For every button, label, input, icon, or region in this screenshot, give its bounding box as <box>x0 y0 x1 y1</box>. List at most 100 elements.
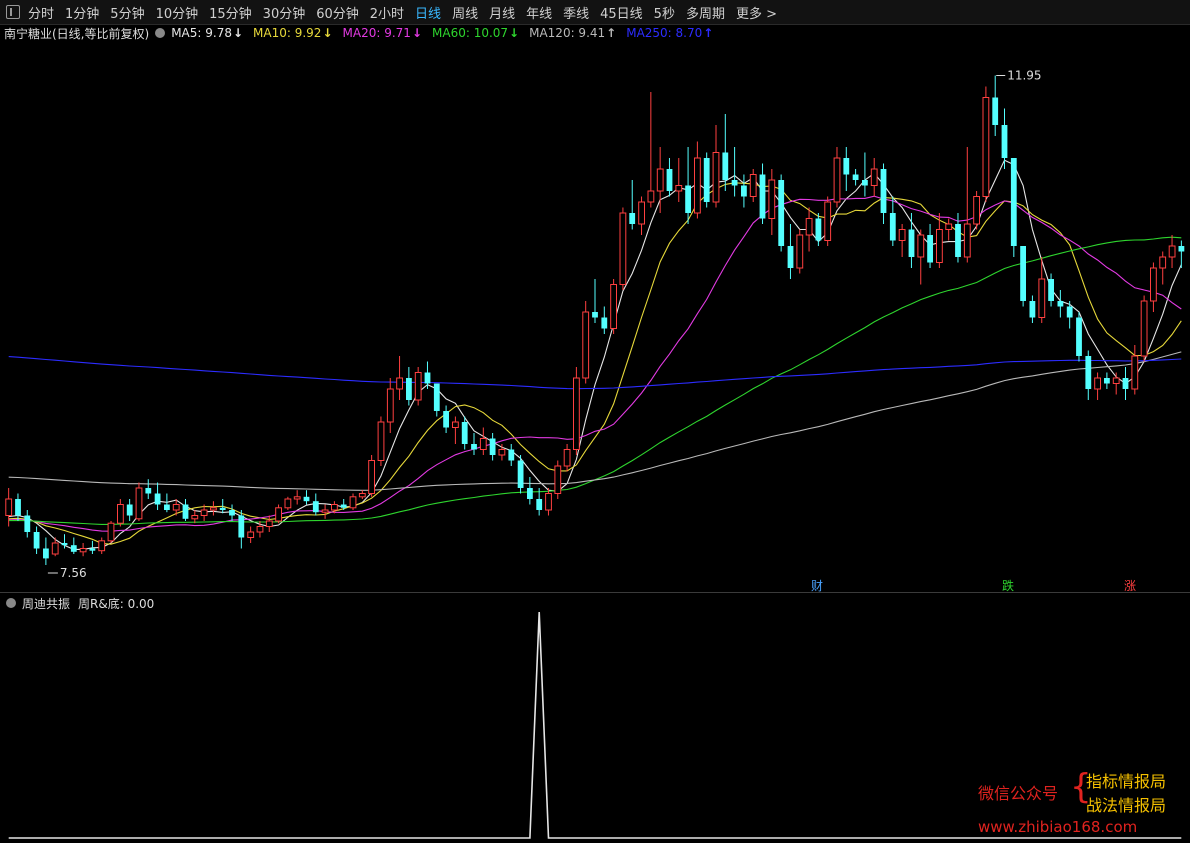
candle[interactable] <box>1150 262 1157 313</box>
candle[interactable] <box>870 158 878 197</box>
candle[interactable] <box>386 378 394 433</box>
candle[interactable] <box>945 218 953 241</box>
candle[interactable] <box>1048 273 1054 307</box>
candle[interactable] <box>303 490 310 505</box>
candle[interactable] <box>70 537 77 555</box>
candle[interactable] <box>554 460 562 500</box>
candle[interactable] <box>98 537 106 555</box>
event-marker-die[interactable]: 跌 <box>1002 577 1014 594</box>
candle[interactable] <box>741 174 747 208</box>
candle[interactable] <box>852 169 859 186</box>
candle[interactable] <box>238 510 245 549</box>
candle[interactable] <box>908 213 915 268</box>
candle[interactable] <box>247 526 255 544</box>
candle[interactable] <box>573 367 580 455</box>
candle[interactable] <box>117 499 124 527</box>
candle[interactable] <box>787 224 794 279</box>
candle[interactable] <box>592 279 598 323</box>
candle[interactable] <box>284 496 292 510</box>
subchart-settings-icon[interactable] <box>6 598 16 608</box>
candle[interactable] <box>973 191 981 230</box>
candle[interactable] <box>685 147 691 224</box>
candle[interactable] <box>517 455 524 494</box>
candle[interactable] <box>638 196 646 236</box>
candle[interactable] <box>545 488 552 516</box>
candle[interactable] <box>582 301 590 384</box>
candle[interactable] <box>182 499 189 521</box>
candle[interactable] <box>145 479 152 499</box>
candle[interactable] <box>647 92 655 208</box>
candle[interactable] <box>15 493 21 522</box>
candle[interactable] <box>154 482 161 511</box>
candle[interactable] <box>712 125 720 208</box>
candle[interactable] <box>479 427 487 456</box>
candle[interactable] <box>126 499 133 521</box>
candle[interactable] <box>917 229 925 285</box>
candle[interactable] <box>666 158 673 197</box>
candle[interactable] <box>992 75 999 137</box>
candle[interactable] <box>471 433 477 455</box>
candle[interactable] <box>759 163 766 225</box>
candle[interactable] <box>796 229 804 274</box>
candle[interactable] <box>1057 290 1064 318</box>
candle[interactable] <box>1029 295 1036 324</box>
candle[interactable] <box>321 504 329 519</box>
candle[interactable] <box>489 433 496 461</box>
candle[interactable] <box>349 493 357 511</box>
candle[interactable] <box>191 510 199 524</box>
candle[interactable] <box>1085 350 1092 401</box>
candle[interactable] <box>656 147 664 213</box>
candle[interactable] <box>1159 251 1167 285</box>
candle[interactable] <box>982 86 990 203</box>
candle[interactable] <box>461 416 468 450</box>
candle[interactable] <box>1140 295 1148 362</box>
candle[interactable] <box>1131 345 1139 395</box>
candle[interactable] <box>703 152 710 208</box>
candle[interactable] <box>527 477 533 505</box>
candle[interactable] <box>1122 367 1129 400</box>
event-marker-zhang[interactable]: 涨 <box>1124 577 1136 594</box>
candle[interactable] <box>749 169 757 202</box>
candle[interactable] <box>824 196 832 247</box>
candle[interactable] <box>443 405 449 434</box>
candle[interactable] <box>1076 312 1082 362</box>
candle[interactable] <box>1178 240 1185 269</box>
candle[interactable] <box>107 521 115 543</box>
candle[interactable] <box>563 444 571 472</box>
candle[interactable] <box>406 367 412 406</box>
candle[interactable] <box>414 367 422 406</box>
candle[interactable] <box>433 383 440 417</box>
candlestick-chart[interactable]: 11.95 7.56 <box>0 0 1190 843</box>
candle[interactable] <box>135 482 143 522</box>
candle[interactable] <box>229 504 235 522</box>
candle[interactable] <box>805 207 813 252</box>
candle[interactable] <box>694 141 701 219</box>
candle[interactable] <box>768 169 776 235</box>
candle[interactable] <box>629 180 636 230</box>
candle[interactable] <box>898 224 906 257</box>
candle[interactable] <box>778 174 785 252</box>
candle[interactable] <box>1112 372 1120 395</box>
candle[interactable] <box>1020 246 1026 307</box>
event-marker-cai[interactable]: 财 <box>811 577 823 594</box>
candle[interactable] <box>927 224 933 268</box>
candle[interactable] <box>368 455 376 497</box>
candle[interactable] <box>424 361 431 390</box>
candle[interactable] <box>79 543 87 557</box>
candle[interactable] <box>815 213 822 246</box>
candle[interactable] <box>1066 301 1073 329</box>
candle[interactable] <box>275 504 283 524</box>
candle[interactable] <box>312 493 319 516</box>
candle[interactable] <box>862 152 868 197</box>
candle[interactable] <box>377 416 385 467</box>
candle[interactable] <box>1001 108 1008 170</box>
candle[interactable] <box>880 163 887 225</box>
candle[interactable] <box>1010 158 1017 257</box>
candle[interactable] <box>452 416 459 445</box>
candle[interactable] <box>358 490 366 499</box>
candle[interactable] <box>833 147 841 208</box>
candle[interactable] <box>963 147 971 263</box>
candle[interactable] <box>43 537 49 566</box>
candle[interactable] <box>722 114 729 191</box>
candle[interactable] <box>601 306 608 335</box>
